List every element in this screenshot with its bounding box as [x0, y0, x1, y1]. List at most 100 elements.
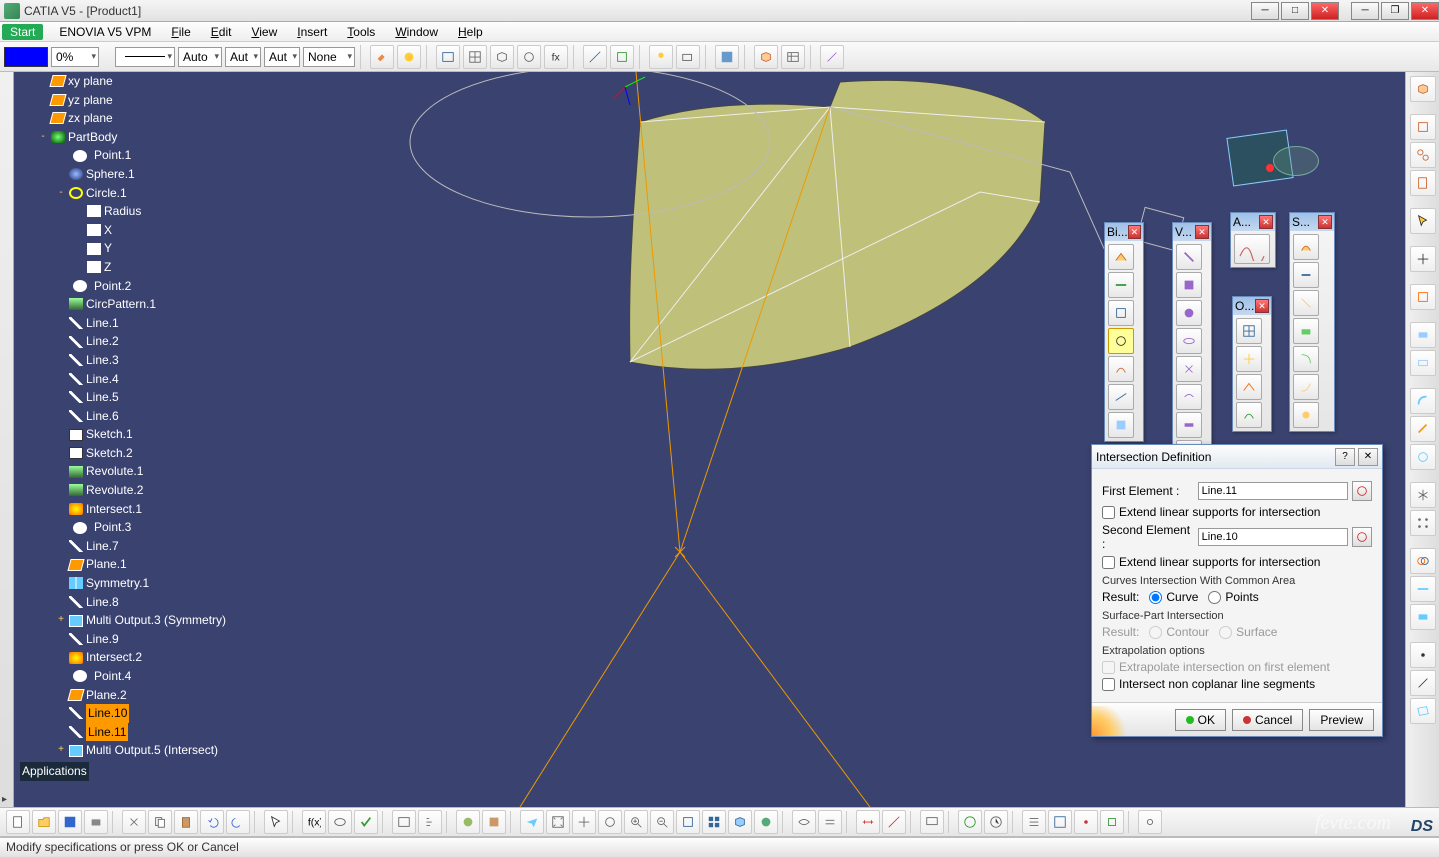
bt-iso-icon[interactable]	[728, 810, 752, 834]
tree-node[interactable]: Line.6	[20, 407, 280, 426]
tree-node[interactable]: Z	[20, 258, 280, 277]
bt-compass-icon[interactable]	[958, 810, 982, 834]
preview-button[interactable]: Preview	[1309, 709, 1374, 731]
rt-drawing-icon[interactable]	[1410, 170, 1436, 196]
rt-split-icon[interactable]	[1410, 576, 1436, 602]
tree-node[interactable]: X	[20, 221, 280, 240]
tree-node[interactable]: Line.3	[20, 351, 280, 370]
palette-close-icon[interactable]: ✕	[1318, 215, 1332, 229]
bt-save-icon[interactable]	[58, 810, 82, 834]
tree-node[interactable]: Line.1	[20, 314, 280, 333]
menu-help[interactable]: Help	[448, 23, 493, 41]
tree-node[interactable]: Plane.2	[20, 686, 280, 705]
palette-btn[interactable]	[1236, 346, 1262, 372]
palette-btn[interactable]	[1293, 346, 1319, 372]
palette-btn[interactable]	[1236, 318, 1262, 344]
bt-undo-icon[interactable]	[200, 810, 224, 834]
palette-btn[interactable]	[1176, 412, 1202, 438]
tree-applications[interactable]: Applications	[20, 762, 89, 781]
spec-tree[interactable]: xy planeyz planezx plane-PartBodyPoint.1…	[20, 72, 280, 781]
palette-close-icon[interactable]: ✕	[1128, 225, 1141, 239]
bt-flyto-icon[interactable]	[520, 810, 544, 834]
tool-measure-icon[interactable]	[583, 45, 607, 69]
tree-node[interactable]: Intersect.2	[20, 648, 280, 667]
tree-node[interactable]: +Multi Output.3 (Symmetry)	[20, 611, 280, 630]
tool-formula-icon[interactable]: fx	[544, 45, 568, 69]
rt-sketch-icon[interactable]	[1410, 284, 1436, 310]
second-element-picker-icon[interactable]	[1352, 527, 1372, 547]
tree-node[interactable]: Plane.1	[20, 555, 280, 574]
doc-restore-button[interactable]: ❐	[1381, 2, 1409, 20]
tree-node[interactable]: Point.4	[20, 667, 280, 686]
palette-btn[interactable]	[1108, 384, 1134, 410]
bt-texture-icon[interactable]	[482, 810, 506, 834]
bt-measure-icon[interactable]	[882, 810, 906, 834]
bt-open-icon[interactable]	[32, 810, 56, 834]
tool-wand-icon[interactable]	[820, 45, 844, 69]
tree-node[interactable]: Point.3	[20, 518, 280, 537]
bt-snap2-icon[interactable]	[1074, 810, 1098, 834]
rt-workbench-icon[interactable]	[1410, 76, 1436, 102]
palette-bi[interactable]: Bi...✕	[1104, 222, 1144, 442]
tree-node[interactable]: Revolute.1	[20, 462, 280, 481]
tree-node[interactable]: Intersect.1	[20, 500, 280, 519]
extend2-checkbox[interactable]	[1102, 556, 1115, 569]
tree-node[interactable]: Line.4	[20, 370, 280, 389]
bt-zoomin-icon[interactable]	[624, 810, 648, 834]
bt-fitall-icon[interactable]	[546, 810, 570, 834]
palette-btn[interactable]	[1176, 300, 1202, 326]
rt-axis-icon[interactable]	[1410, 246, 1436, 272]
opacity-dropdown[interactable]: 0%	[51, 47, 99, 67]
dialog-titlebar[interactable]: Intersection Definition ? ✕	[1092, 445, 1382, 469]
tree-node[interactable]: Line.9	[20, 630, 280, 649]
tree-node[interactable]: CircPattern.1	[20, 295, 280, 314]
tree-node[interactable]: Line.8	[20, 593, 280, 612]
rt-boolean-icon[interactable]	[1410, 548, 1436, 574]
palette-btn[interactable]	[1108, 272, 1134, 298]
auto-dropdown-1[interactable]: Auto	[178, 47, 222, 67]
palette-close-icon[interactable]: ✕	[1255, 299, 1269, 313]
tree-node[interactable]: Line.5	[20, 388, 280, 407]
bt-options-icon[interactable]	[1138, 810, 1162, 834]
tool-cube-icon[interactable]	[754, 45, 778, 69]
linetype-dropdown[interactable]	[115, 47, 175, 67]
doc-minimize-button[interactable]: ─	[1351, 2, 1379, 20]
bt-paste-icon[interactable]	[174, 810, 198, 834]
bt-list-icon[interactable]	[1022, 810, 1046, 834]
bt-cut-icon[interactable]	[122, 810, 146, 834]
bt-knowledge-icon[interactable]	[328, 810, 352, 834]
palette-o[interactable]: O...✕	[1232, 296, 1272, 432]
first-element-input[interactable]	[1198, 482, 1348, 500]
menu-file[interactable]: File	[161, 23, 200, 41]
tree-node[interactable]: Y	[20, 239, 280, 258]
tree-node[interactable]: Sphere.1	[20, 165, 280, 184]
menu-tools[interactable]: Tools	[337, 23, 385, 41]
palette-btn[interactable]	[1236, 402, 1262, 428]
bt-clock-icon[interactable]	[984, 810, 1008, 834]
palette-btn[interactable]	[1176, 356, 1202, 382]
tool-paint-icon[interactable]	[370, 45, 394, 69]
cancel-button[interactable]: Cancel	[1232, 709, 1303, 731]
tool-analysis-icon[interactable]	[610, 45, 634, 69]
bt-swap-icon[interactable]	[818, 810, 842, 834]
rt-assembly-icon[interactable]	[1410, 142, 1436, 168]
rt-pattern-icon[interactable]	[1410, 510, 1436, 536]
none-dropdown[interactable]: None	[303, 47, 355, 67]
tree-node[interactable]: yz plane	[20, 91, 280, 110]
tool-snap-icon[interactable]	[517, 45, 541, 69]
close-button[interactable]: ✕	[1311, 2, 1339, 20]
bt-tree-icon[interactable]	[418, 810, 442, 834]
bt-grid2-icon[interactable]	[1048, 810, 1072, 834]
palette-btn[interactable]	[1234, 234, 1270, 264]
tree-node[interactable]: Line.7	[20, 537, 280, 556]
bt-zoomout-icon[interactable]	[650, 810, 674, 834]
tool-render-icon[interactable]	[715, 45, 739, 69]
auto-dropdown-2[interactable]: Aut	[225, 47, 261, 67]
bt-rotate-icon[interactable]	[598, 810, 622, 834]
menu-enovia[interactable]: ENOVIA V5 VPM	[49, 23, 161, 41]
palette-btn[interactable]	[1293, 234, 1319, 260]
tool-table-icon[interactable]	[781, 45, 805, 69]
rt-thick-icon[interactable]	[1410, 604, 1436, 630]
palette-v[interactable]: V...✕	[1172, 222, 1212, 470]
maximize-button[interactable]: □	[1281, 2, 1309, 20]
